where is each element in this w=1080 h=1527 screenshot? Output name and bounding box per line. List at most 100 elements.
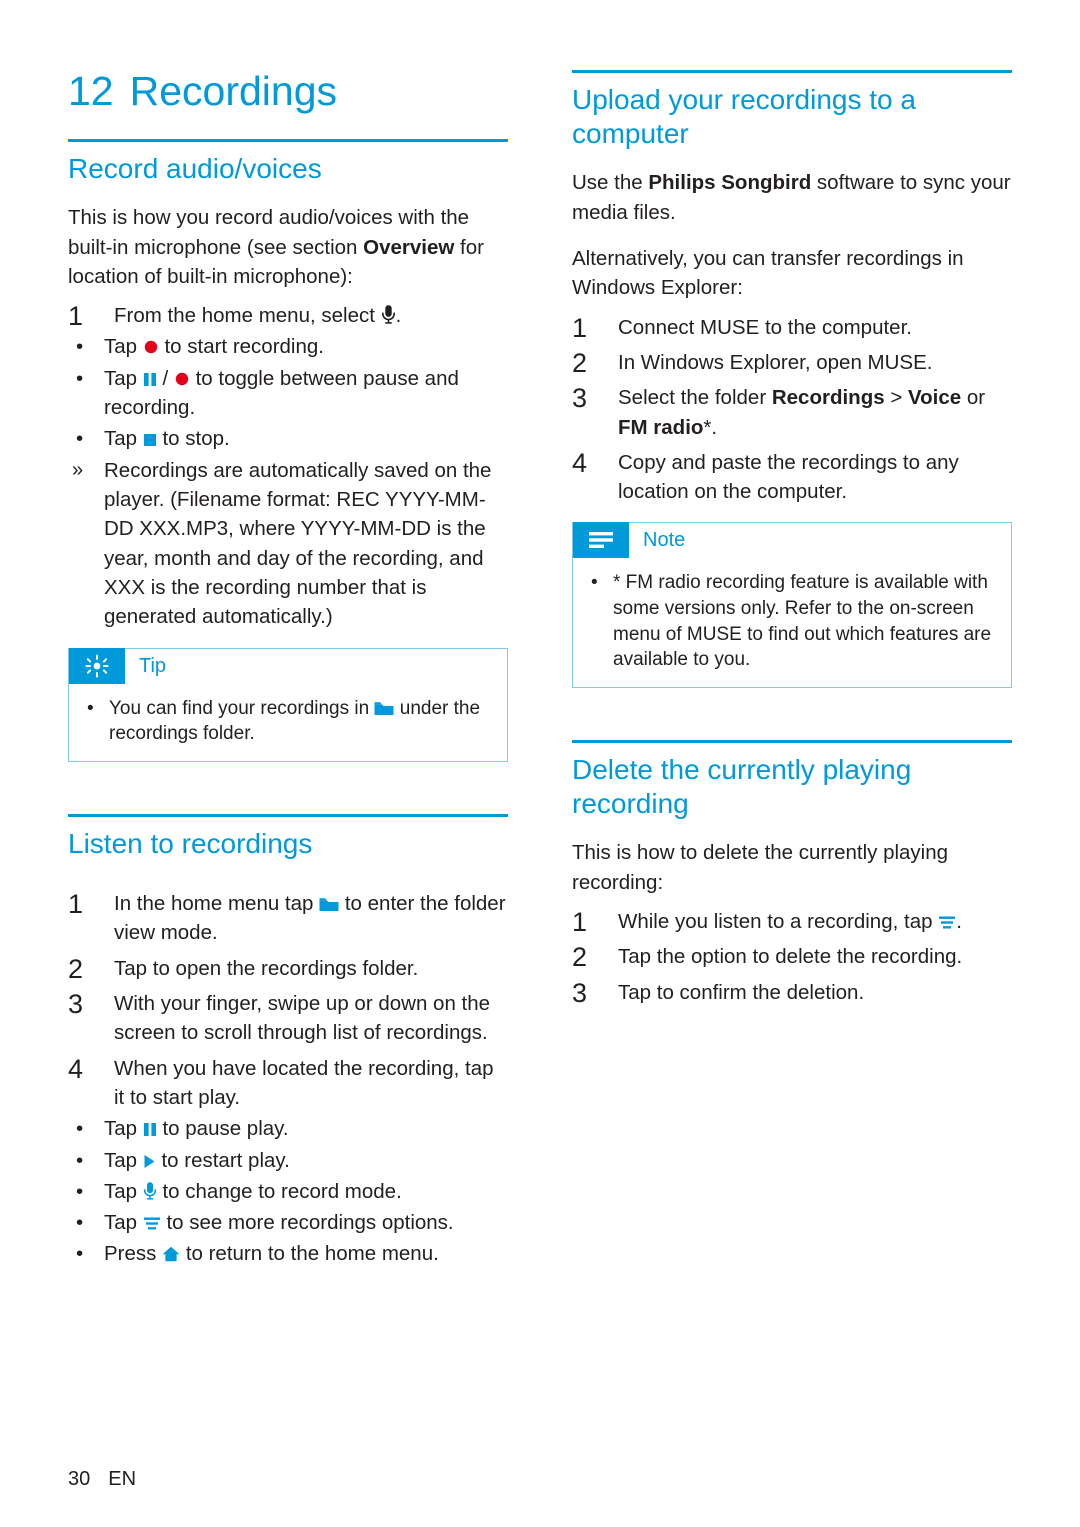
list-item: • Tap / to toggle between pause and reco… (68, 364, 508, 423)
step-number: 1 (68, 301, 84, 332)
list-item: 4 Copy and paste the recordings to any l… (572, 448, 1012, 507)
step-pre: With your finger, swipe up or down on th… (114, 991, 491, 1045)
para1-part-a: Use the (572, 171, 649, 195)
page-language: EN (108, 1468, 137, 1490)
list-item: 1 In the home menu tap to enter the fold… (68, 889, 508, 948)
list-item: 1 Connect MUSE to the computer. (572, 313, 1012, 343)
options-list-icon (938, 915, 956, 930)
list-item: 4 When you have located the recording, t… (68, 1054, 508, 1113)
list-item: • Tap to pause play. (68, 1114, 508, 1143)
step-text-mid: > (884, 386, 908, 410)
bullet-marker: • (76, 1148, 84, 1172)
bullet-post: to return to the home menu. (185, 1242, 439, 1266)
home-icon (162, 1246, 180, 1262)
listen-recordings-steps: 1 In the home menu tap to enter the fold… (68, 889, 508, 1112)
bullet-pre: Tap (104, 366, 138, 390)
section-rule (572, 70, 1012, 73)
intro-bold-overview: Overview (363, 235, 455, 259)
bullet-pre: Tap (104, 1148, 138, 1172)
note-box-body: • * FM radio recording feature is availa… (573, 558, 1011, 687)
note-bullet-text: * FM radio recording feature is availabl… (613, 572, 992, 671)
stop-icon (143, 433, 157, 447)
bullet-mid: / (162, 366, 169, 390)
section-rule (572, 740, 1012, 743)
page-number: 30 (68, 1468, 91, 1490)
list-item: 2 In Windows Explorer, open MUSE. (572, 348, 1012, 378)
manual-page: 12 Recordings Record audio/voices This is… (0, 0, 1080, 1527)
bullet-marker: • (76, 1117, 84, 1141)
step-number: 1 (572, 312, 588, 343)
step-pre: While you listen to a recording, tap (618, 909, 933, 933)
step-number: 2 (572, 942, 588, 973)
section-title-record-audio: Record audio/voices (68, 153, 322, 185)
tip-box: Tip • You can find your recordings in un… (68, 647, 508, 762)
list-item: 3 Tap to confirm the deletion. (572, 978, 1012, 1008)
page-footer: 30 EN (68, 1468, 136, 1491)
bullet-pre: Tap (104, 1117, 138, 1141)
step-bold-voice: Voice (908, 386, 962, 410)
note-lines-icon (573, 522, 629, 559)
step-text-a: Select the folder (618, 386, 772, 410)
record-dot-icon (174, 371, 190, 387)
chapter-number: 12 (68, 68, 114, 114)
list-item: • * FM radio recording feature is availa… (587, 570, 997, 673)
section-rule (68, 813, 508, 817)
list-item: • Tap to change to record mode. (68, 1177, 508, 1206)
step-text: Copy and paste the recordings to any loc… (618, 450, 959, 504)
bullet-marker: • (76, 1211, 84, 1235)
step-text: In Windows Explorer, open MUSE. (618, 350, 933, 374)
step-text: From the home menu, select (114, 304, 375, 328)
microphone-icon (143, 1181, 157, 1200)
step-pre: When you have located the recording, tap… (114, 1056, 494, 1109)
upload-paragraph-2: Alternatively, you can transfer recordin… (572, 246, 964, 300)
section-title-listen-recordings: Listen to recordings (68, 827, 313, 859)
bullet-pre: Press (104, 1242, 157, 1266)
note-box: Note • * FM radio recording feature is a… (572, 522, 1012, 688)
bullet-post: to change to record mode. (162, 1179, 402, 1203)
step-bold-recordings: Recordings (771, 386, 885, 410)
bullet-post: to toggle between pause and recording. (104, 366, 459, 420)
list-item: • Press to return to the home menu. (68, 1239, 508, 1268)
step-pre: Tap to open the recordings folder. (114, 956, 419, 980)
bullet-pre: Tap (104, 1211, 138, 1235)
bullet-pre: Tap (104, 1179, 138, 1203)
step-pre: In the home menu tap (114, 892, 314, 916)
chapter-title: 12 Recordings (68, 68, 508, 114)
list-item: » Recordings are automatically saved on … (68, 456, 508, 632)
bullet-marker: • (76, 366, 84, 390)
step-pre: Tap the option to delete the recording. (618, 945, 963, 969)
section-listen-recordings: Listen to recordings 1 In the home menu … (68, 813, 508, 1269)
para1-bold-philips-songbird: Philips Songbird (648, 171, 812, 195)
section-rule (68, 139, 508, 143)
record-dot-icon (143, 339, 159, 355)
left-column: 12 Recordings Record audio/voices This is… (68, 68, 508, 1269)
bullet-post: to stop. (162, 427, 230, 451)
step-number: 1 (68, 889, 84, 920)
section-title-upload-recordings: Upload your recordings to a computer (572, 84, 916, 150)
bullet-post: to start recording. (164, 335, 324, 359)
folder-icon (374, 701, 394, 716)
bullet-post: to restart play. (161, 1148, 290, 1172)
listen-recordings-bullets: • Tap to pause play. • Tap to restart pl… (68, 1114, 508, 1269)
step-number: 3 (572, 977, 588, 1008)
bullet-pre: Tap (104, 427, 138, 451)
section-title-delete-recording: Delete the currently playing recording (572, 754, 912, 820)
record-audio-bullets: • Tap to start recording. • Tap / to tog… (68, 332, 508, 631)
tip-bullet-pre: You can find your recordings in (109, 697, 370, 719)
bullet-marker: » (72, 458, 84, 481)
step-number: 1 (572, 906, 588, 937)
microphone-icon (381, 304, 396, 324)
pause-icon (143, 1122, 157, 1137)
bullet-marker: • (76, 1242, 84, 1266)
section-upload-recordings: Upload your recordings to a computer Use… (572, 70, 1012, 688)
step-trailing: . (395, 304, 402, 328)
step-number: 4 (68, 1053, 84, 1084)
step-post: . (956, 909, 962, 933)
bullet-post: Recordings are automatically saved on th… (104, 458, 492, 629)
note-bullets: • * FM radio recording feature is availa… (587, 570, 997, 673)
bullet-post: to see more recordings options. (166, 1211, 454, 1235)
record-audio-intro: This is how you record audio/voices with… (68, 203, 508, 291)
tip-box-header: Tip (69, 647, 507, 684)
right-column: Upload your recordings to a computer Use… (572, 70, 1012, 1008)
play-icon (143, 1154, 156, 1169)
